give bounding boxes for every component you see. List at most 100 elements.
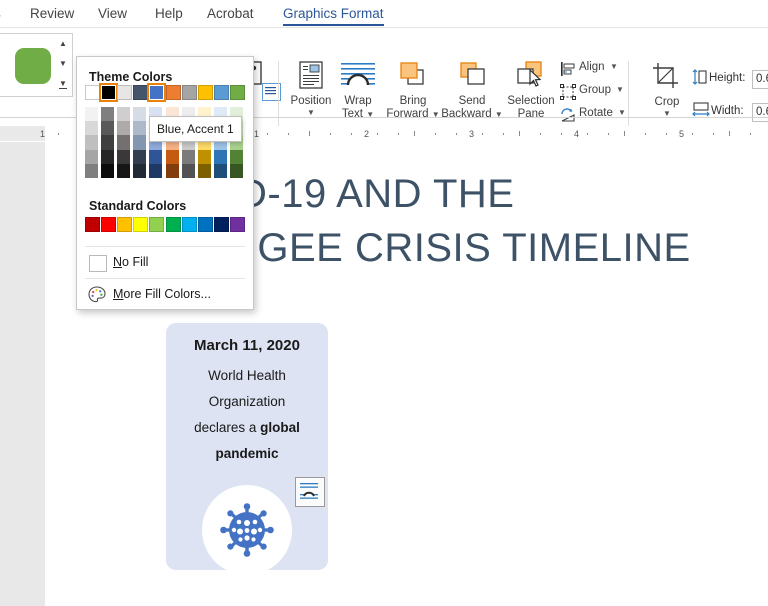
theme-variant-swatch-r3-c9[interactable]: [229, 149, 243, 164]
shape-style-green-swatch[interactable]: [15, 48, 51, 84]
theme-variant-swatch-r4-c0[interactable]: [85, 163, 98, 179]
theme-color-swatch-4[interactable]: [147, 83, 167, 102]
theme-variant-swatch-r3-c2[interactable]: [117, 149, 131, 164]
theme-variant-swatch-r3-c6[interactable]: [181, 149, 195, 164]
theme-variant-swatch-r4-c7[interactable]: [197, 163, 211, 179]
no-fill-item[interactable]: No Fill: [77, 249, 253, 277]
theme-color-swatch-0[interactable]: [85, 85, 100, 100]
height-input[interactable]: 0.6: [752, 70, 768, 89]
tab-label: Graphics Format: [283, 6, 384, 21]
chevron-down-icon[interactable]: ▼: [618, 108, 626, 117]
theme-variant-swatch-r4-c4[interactable]: [149, 163, 163, 179]
theme-variant-swatch-r0-c0[interactable]: [85, 107, 98, 122]
card-line-1: World Health: [208, 368, 286, 383]
crop-button[interactable]: Crop ▼: [645, 61, 689, 118]
gallery-scroll-buttons[interactable]: ▲ ▼ ▼: [56, 33, 73, 97]
theme-variant-swatch-r2-c2[interactable]: [117, 135, 131, 150]
dropdown-divider-2: [85, 278, 245, 279]
theme-variant-swatch-r3-c5[interactable]: [165, 149, 179, 164]
lines-icon: [265, 87, 276, 95]
standard-color-swatch-5[interactable]: [165, 217, 181, 232]
theme-variant-swatch-r0-c2[interactable]: [117, 107, 131, 122]
selection-pane-button[interactable]: Selection Pane: [497, 60, 565, 121]
timeline-card[interactable]: March 11, 2020 World Health Organization…: [166, 323, 328, 575]
tab-label: Review: [30, 6, 75, 21]
theme-variant-swatch-r4-c2[interactable]: [117, 163, 131, 179]
tab-label: View: [98, 6, 128, 21]
theme-color-swatch-8[interactable]: [213, 85, 229, 100]
theme-variant-swatch-r0-c1[interactable]: [101, 107, 115, 122]
theme-color-swatch-6[interactable]: [181, 85, 197, 100]
theme-variant-swatch-r3-c0[interactable]: [85, 149, 98, 164]
theme-color-swatch-1[interactable]: [99, 83, 119, 102]
theme-variant-swatch-r2-c3[interactable]: [133, 135, 147, 150]
tab-help[interactable]: Help: [155, 0, 183, 28]
tab-label: Help: [155, 6, 183, 21]
graphics-fill-dropdown[interactable]: Theme Colors Standard Colors No Fill Mor…: [76, 56, 254, 310]
theme-color-swatch-7[interactable]: [197, 85, 213, 100]
theme-variant-swatch-r1-c1[interactable]: [101, 121, 115, 136]
card-line-2: Organization: [208, 394, 286, 409]
theme-variant-swatch-r4-c8[interactable]: [213, 163, 227, 179]
group-label: Group: [579, 84, 611, 96]
gallery-scroll-down-button[interactable]: ▼: [56, 54, 70, 74]
standard-color-swatch-2[interactable]: [117, 217, 133, 232]
chevron-down-icon[interactable]: ▼: [286, 108, 336, 117]
standard-color-swatch-6[interactable]: [181, 217, 197, 232]
chevron-down-icon[interactable]: ▼: [616, 85, 624, 94]
theme-variant-swatch-r3-c8[interactable]: [213, 149, 227, 164]
active-tab-underline: [283, 23, 384, 26]
standard-color-swatch-4[interactable]: [149, 217, 165, 232]
tab-label: Acrobat: [207, 6, 254, 21]
theme-variant-swatch-r3-c4[interactable]: [149, 149, 163, 164]
tab-truncated[interactable]: s: [0, 0, 1, 28]
standard-color-swatch-7[interactable]: [197, 217, 213, 232]
layout-options-button[interactable]: [295, 477, 325, 507]
theme-variant-swatch-r4-c1[interactable]: [101, 163, 115, 179]
standard-color-swatch-3[interactable]: [133, 217, 149, 232]
height-icon: [692, 69, 707, 85]
theme-variant-swatch-r1-c3[interactable]: [133, 121, 147, 136]
position-button[interactable]: Position ▼: [286, 60, 336, 117]
document-title-line2: UGEE CRISIS TIMELINE: [228, 226, 691, 270]
tab-acrobat[interactable]: Acrobat: [207, 0, 254, 28]
standard-color-swatch-9[interactable]: [229, 217, 245, 232]
standard-color-swatch-0[interactable]: [85, 217, 100, 232]
tab-view[interactable]: View: [98, 0, 127, 28]
theme-variant-swatch-r2-c1[interactable]: [101, 135, 115, 150]
more-fill-colors-item[interactable]: More Fill Colors...: [77, 281, 253, 309]
wrap-text-button[interactable]: Wrap Text ▼: [336, 60, 380, 121]
ribbon-tab-bar: s Review View Help Acrobat Graphics Form…: [0, 0, 768, 28]
theme-variant-swatch-r2-c0[interactable]: [85, 135, 98, 150]
theme-variant-swatch-r3-c1[interactable]: [101, 149, 115, 164]
height-label: Height:: [709, 72, 746, 84]
gallery-more-button[interactable]: ▼: [56, 74, 70, 94]
no-fill-label: No Fill: [113, 255, 149, 269]
align-icon: [561, 62, 575, 76]
theme-color-swatch-2[interactable]: [117, 85, 133, 100]
theme-color-swatch-9[interactable]: [229, 85, 245, 100]
theme-color-swatch-3[interactable]: [133, 85, 149, 100]
theme-variant-swatch-r3-c7[interactable]: [197, 149, 211, 164]
standard-color-swatch-8[interactable]: [213, 217, 229, 232]
palette-icon: [88, 286, 106, 303]
theme-variant-swatch-r1-c2[interactable]: [117, 121, 131, 136]
wrap-text-icon: [341, 63, 375, 86]
gallery-scroll-up-button[interactable]: ▲: [56, 34, 70, 54]
tab-graphics-format[interactable]: Graphics Format: [283, 0, 384, 28]
theme-variant-swatch-r1-c0[interactable]: [85, 121, 98, 136]
chevron-down-icon[interactable]: ▼: [610, 62, 618, 71]
shape-styles-gallery[interactable]: [0, 33, 57, 97]
tab-review[interactable]: Review: [30, 0, 74, 28]
theme-variant-swatch-r3-c3[interactable]: [133, 149, 147, 164]
theme-variant-swatch-r4-c5[interactable]: [165, 163, 179, 179]
theme-variant-swatch-r4-c9[interactable]: [229, 163, 243, 179]
ruler-mark-3: 3: [469, 129, 475, 139]
theme-variant-swatch-r4-c3[interactable]: [133, 163, 147, 179]
standard-color-swatch-1[interactable]: [101, 217, 117, 232]
theme-variant-swatch-r4-c6[interactable]: [181, 163, 195, 179]
rotate-icon: [561, 108, 575, 122]
width-input[interactable]: 0.6: [752, 103, 768, 122]
theme-variant-swatch-r0-c3[interactable]: [133, 107, 147, 122]
theme-color-swatch-5[interactable]: [165, 85, 181, 100]
